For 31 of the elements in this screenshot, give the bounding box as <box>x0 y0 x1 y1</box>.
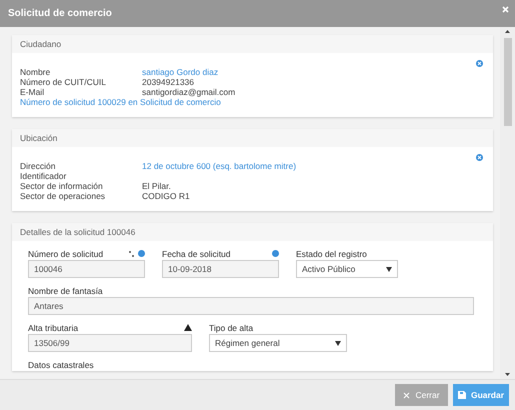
field-label: Identificador <box>20 171 68 181</box>
field-link[interactable]: 12 de octubre 600 (esq. bartolome mitre) <box>142 161 296 171</box>
window-title: Solicitud de comercio <box>8 8 112 19</box>
field-label: Alta tributaria <box>28 322 78 332</box>
field-label: Tipo de alta <box>209 322 254 332</box>
field-label: E-Mail <box>20 87 46 97</box>
field-label: Número de CUIT/CUIL <box>20 77 107 87</box>
field-label: Nombre <box>20 67 52 77</box>
field-value: santigordiaz@gmail.com <box>142 87 236 97</box>
field-label: Número de solicitud <box>28 248 104 258</box>
section-title: Detalles de la solicitud 100046 <box>20 227 136 237</box>
input-field[interactable]: 100046 <box>28 260 145 278</box>
field-label: Sector de información <box>20 181 104 191</box>
section-title: Ubicación <box>20 133 58 143</box>
input-field[interactable]: Antares <box>28 297 474 315</box>
field-label: Fecha de solicitud <box>162 248 231 258</box>
field-label: Estado del registro <box>296 248 367 258</box>
field-label: Dirección <box>20 161 56 171</box>
field-value: 20394921336 <box>142 77 194 87</box>
field-label: Sector de operaciones <box>20 191 106 201</box>
date-field[interactable]: 10-09-2018 <box>162 260 279 278</box>
type-dropdown[interactable]: Régimen general <box>209 334 347 352</box>
field-value: CODIGO R1 <box>142 191 190 201</box>
field-label: Nombre de fantasía <box>28 286 103 296</box>
section-title: Ciudadano <box>20 39 62 49</box>
field-value: El Pilar. <box>142 181 171 191</box>
request-link[interactable]: Número de solicitud 100029 en Solicitud de comercio <box>20 97 485 107</box>
field-link[interactable]: santiago Gordo diaz <box>142 67 218 77</box>
input-field[interactable]: 13506/99 <box>28 334 192 352</box>
status-dropdown[interactable]: Activo Público <box>296 260 398 278</box>
field-label: Datos catastrales <box>28 360 94 370</box>
